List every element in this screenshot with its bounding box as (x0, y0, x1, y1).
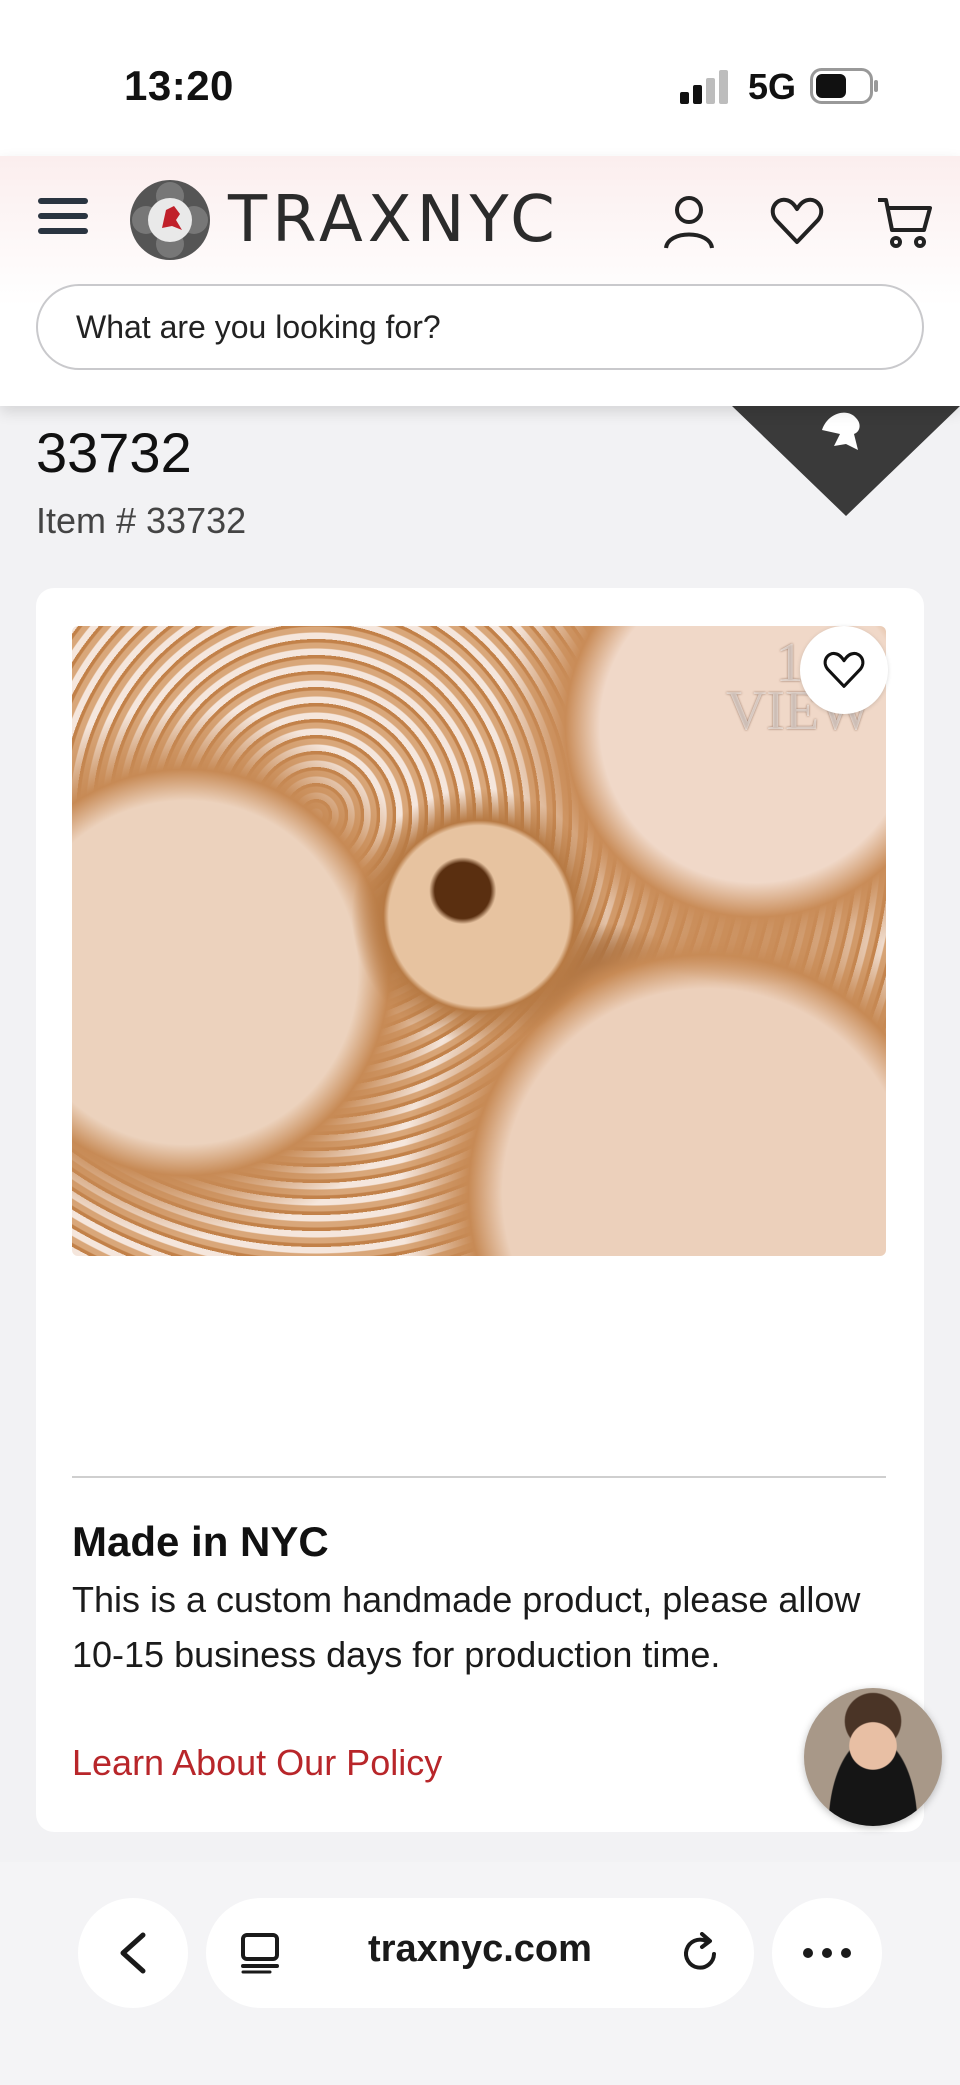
chat-avatar-button[interactable] (804, 1688, 942, 1826)
eagle-ribbon-icon[interactable] (732, 406, 960, 516)
status-time: 13:20 (124, 62, 234, 109)
site-header: TRAXNYC What are you looking for? (0, 156, 960, 406)
product-title: 33732 (36, 421, 192, 484)
menu-icon[interactable] (38, 198, 88, 242)
url-text: traxnyc.com (368, 1928, 592, 1970)
cart-icon[interactable] (876, 192, 934, 250)
wishlist-heart-icon[interactable] (768, 192, 826, 250)
search-placeholder: What are you looking for? (76, 308, 441, 345)
back-button[interactable] (78, 1898, 188, 2008)
ellipsis-icon (803, 1948, 851, 1958)
signal-icon (680, 70, 728, 104)
reload-icon[interactable] (680, 1932, 722, 1974)
account-icon[interactable] (660, 192, 718, 250)
network-label: 5G (748, 66, 797, 107)
chevron-left-icon (120, 1932, 146, 1974)
brand-logo[interactable]: TRAXNYC (126, 174, 560, 266)
policy-link[interactable]: Learn About Our Policy (72, 1742, 442, 1784)
production-notice: This is a custom handmade product, pleas… (72, 1579, 861, 1675)
section-divider (72, 1476, 886, 1478)
search-input[interactable]: What are you looking for? (36, 284, 924, 370)
item-number: Item # 33732 (36, 500, 247, 541)
address-bar[interactable]: traxnyc.com (206, 1898, 754, 2008)
browser-toolbar: traxnyc.com (0, 1862, 960, 2085)
add-to-wishlist-button[interactable] (800, 626, 888, 714)
more-options-button[interactable] (772, 1898, 882, 2008)
brand-name: TRAXNYC (228, 183, 560, 257)
made-in-nyc-heading: Made in NYC (72, 1518, 329, 1565)
battery-icon (810, 68, 878, 104)
heart-icon (823, 652, 865, 688)
product-card: 10X VIEW Made in NYC This is a custom ha… (36, 588, 924, 1832)
product-image[interactable]: 10X VIEW (72, 626, 886, 1256)
status-bar: 13:20 5G (0, 0, 960, 156)
logo-badge-icon (130, 180, 210, 260)
